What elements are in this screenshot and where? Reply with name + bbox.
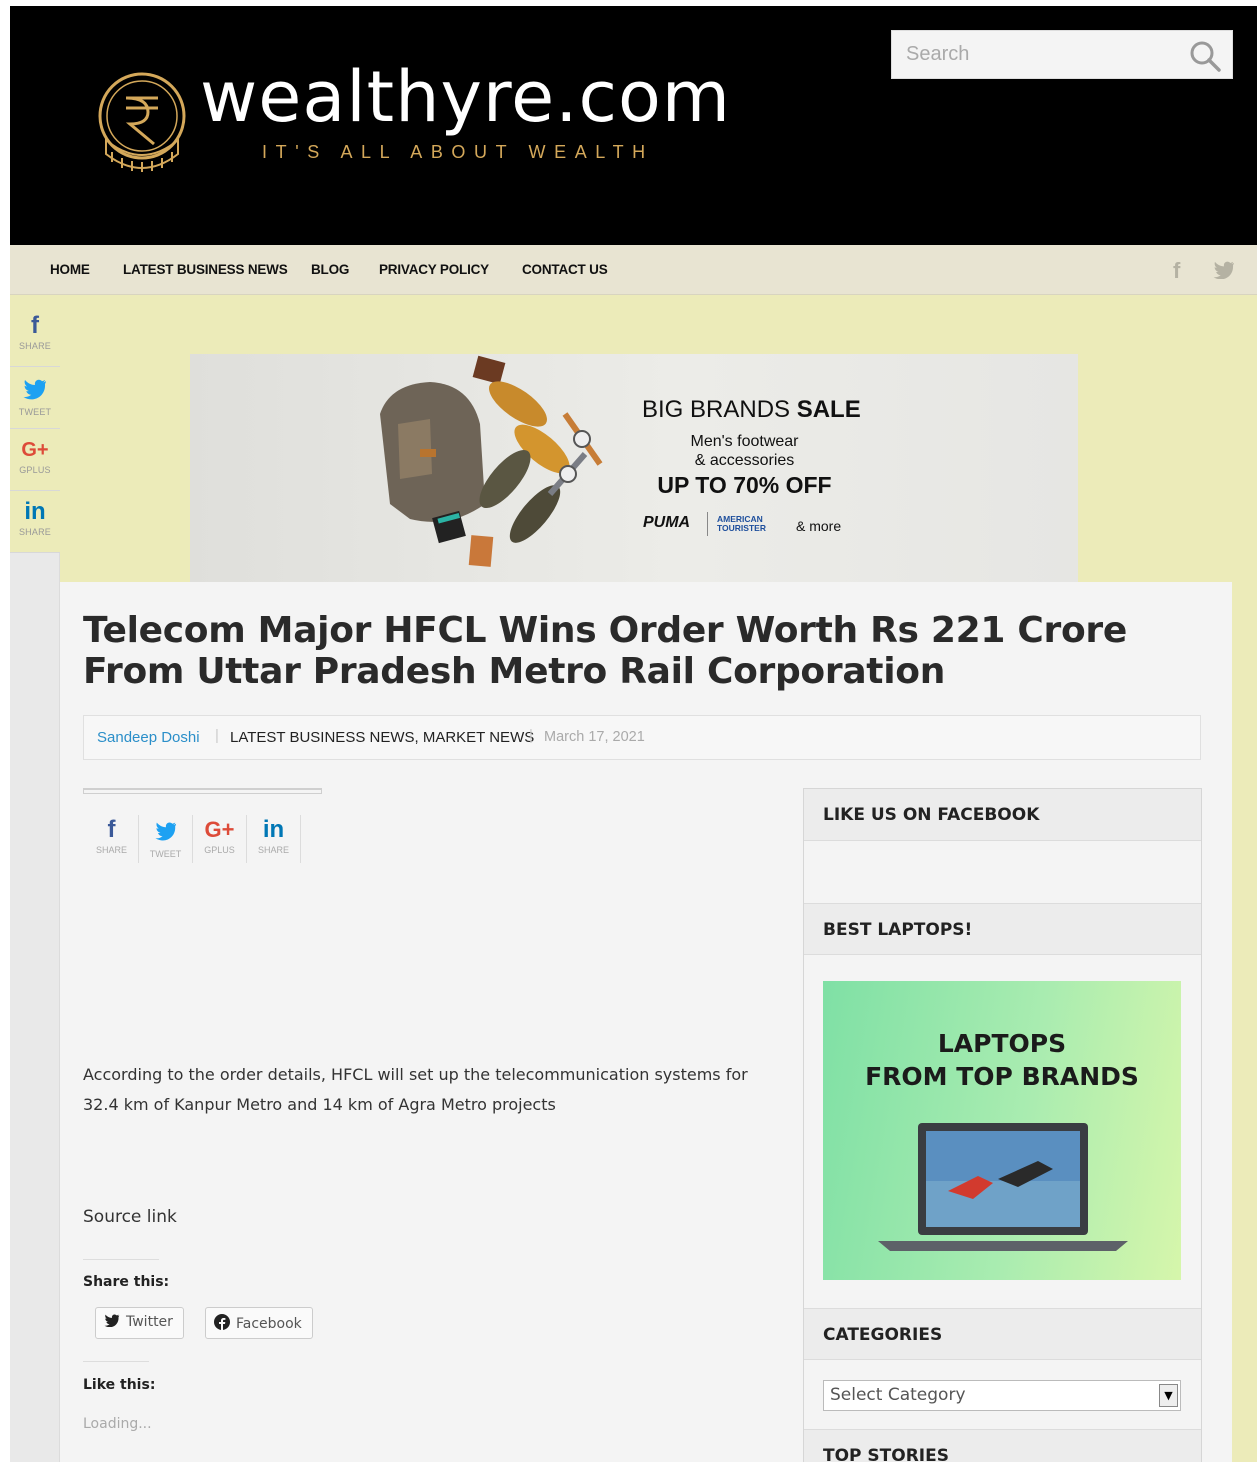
twitter-icon[interactable] [1213, 261, 1235, 279]
ad-more-text: & more [796, 518, 842, 534]
sidebar: LIKE US ON FACEBOOK BEST LAPTOPS! LAPTOP… [803, 788, 1202, 1462]
divider [83, 1361, 149, 1362]
meta-divider: | [215, 727, 219, 744]
float-share-label: SHARE [18, 527, 51, 537]
category-select-value: Select Category [830, 1385, 966, 1405]
search-icon[interactable] [1188, 39, 1222, 73]
divider [83, 1259, 159, 1260]
inline-share-bar: f SHARE TWEET G+ GPLUS in SHARE [85, 815, 301, 863]
article-meta: Sandeep Doshi | LATEST BUSINESS NEWS, MA… [83, 715, 1201, 760]
site-tagline: IT'S ALL ABOUT WEALTH [262, 142, 654, 162]
share-label: GPLUS [204, 845, 235, 855]
facebook-icon: f [31, 312, 39, 339]
widget-heading-facebook: LIKE US ON FACEBOOK [804, 789, 1201, 841]
facebook-button-label: Facebook [236, 1316, 302, 1332]
category-links[interactable]: LATEST BUSINESS NEWS, MARKET NEWS [230, 729, 534, 746]
google-plus-icon: G+ [21, 439, 49, 461]
likes-loading-text: Loading... [83, 1416, 152, 1432]
share-twitter[interactable]: TWEET [139, 815, 193, 863]
widget-title: CATEGORIES [823, 1325, 943, 1345]
share-gplus[interactable]: G+ GPLUS [193, 815, 247, 863]
twitter-icon [23, 379, 46, 400]
facebook-icon [214, 1314, 230, 1330]
float-share-gplus[interactable]: G+ GPLUS [10, 429, 60, 491]
linkedin-icon: in [262, 816, 285, 843]
site-header: wealthyre.com IT'S ALL ABOUT WEALTH [10, 6, 1257, 245]
chevron-down-icon[interactable]: ▼ [1159, 1384, 1178, 1407]
author-link[interactable]: Sandeep Doshi [97, 729, 200, 746]
share-label: SHARE [95, 845, 127, 855]
ad-headline: BIG BRANDS SALE [642, 396, 861, 423]
share-this-heading: Share this: [83, 1274, 170, 1290]
laptop-ad-headline: LAPTOPS FROM TOP BRANDS [865, 1029, 1139, 1091]
float-share-label: GPLUS [19, 465, 51, 475]
facebook-icon[interactable]: f [1173, 258, 1180, 284]
like-this-heading: Like this: [83, 1377, 156, 1393]
nav-blog[interactable]: BLOG [311, 262, 349, 277]
float-share-facebook[interactable]: f SHARE [10, 305, 60, 367]
float-share-linkedin[interactable]: in SHARE [10, 491, 60, 553]
search-input[interactable] [892, 31, 1182, 78]
american-tourister-logo: AMERICAN TOURISTER [717, 514, 766, 533]
widget-title: LIKE US ON FACEBOOK [823, 805, 1040, 825]
share-linkedin[interactable]: in SHARE [247, 815, 301, 863]
ad-offer: UP TO 70% OFF [657, 472, 832, 498]
float-share-label: SHARE [18, 341, 51, 351]
float-share-label: TWEET [18, 407, 52, 417]
floating-share-rail [10, 553, 60, 1462]
linkedin-icon: in [24, 498, 46, 525]
publish-date: March 17, 2021 [544, 729, 645, 745]
ad-subtext: Men's footwear & accessories [690, 433, 799, 469]
share-facebook[interactable]: f SHARE [85, 815, 139, 863]
rupee-coin-logo-icon[interactable] [96, 70, 188, 178]
article-title: Telecom Major HFCL Wins Order Worth Rs 2… [83, 610, 1127, 692]
article-body: According to the order details, HFCL wil… [83, 1065, 748, 1114]
google-plus-icon: G+ [204, 817, 235, 842]
widget-heading-top-stories: TOP STORIES [804, 1429, 1201, 1462]
facebook-icon: f [107, 816, 116, 843]
laptop-ad-banner[interactable]: LAPTOPS FROM TOP BRANDS [823, 981, 1181, 1280]
laptop-image [878, 1123, 1128, 1251]
divider [83, 788, 322, 794]
nav-contact-us[interactable]: CONTACT US [522, 262, 608, 277]
twitter-button-label: Twitter [126, 1314, 173, 1330]
products-image [380, 355, 603, 567]
share-label: TWEET [149, 849, 182, 859]
puma-logo: PUMA [643, 514, 691, 531]
search-box [891, 30, 1233, 79]
main-nav: HOME LATEST BUSINESS NEWS BLOG PRIVACY P… [10, 245, 1257, 295]
floating-share-bar: f SHARE TWEET G+ GPLUS in SHARE [10, 305, 60, 553]
site-name[interactable]: wealthyre.com [200, 62, 731, 132]
category-select[interactable]: Select Category ▼ [823, 1380, 1181, 1411]
twitter-share-button[interactable]: Twitter [95, 1307, 184, 1339]
widget-title: TOP STORIES [823, 1446, 949, 1462]
twitter-icon [104, 1314, 120, 1328]
widget-heading-laptops: BEST LAPTOPS! [804, 903, 1201, 955]
nav-home[interactable]: HOME [50, 262, 90, 277]
big-brands-sale-banner[interactable]: BIG BRANDS SALE Men's footwear & accessor… [190, 354, 1078, 582]
float-share-twitter[interactable]: TWEET [10, 367, 60, 429]
source-link[interactable]: Source link [83, 1207, 177, 1227]
share-label: SHARE [257, 845, 289, 855]
nav-privacy-policy[interactable]: PRIVACY POLICY [379, 262, 489, 277]
twitter-icon [154, 822, 176, 841]
meta-divider: | [529, 727, 533, 744]
facebook-share-button[interactable]: Facebook [205, 1307, 313, 1339]
nav-latest-business-news[interactable]: LATEST BUSINESS NEWS [123, 262, 288, 277]
widget-title: BEST LAPTOPS! [823, 920, 973, 940]
widget-heading-categories: CATEGORIES [804, 1308, 1201, 1360]
